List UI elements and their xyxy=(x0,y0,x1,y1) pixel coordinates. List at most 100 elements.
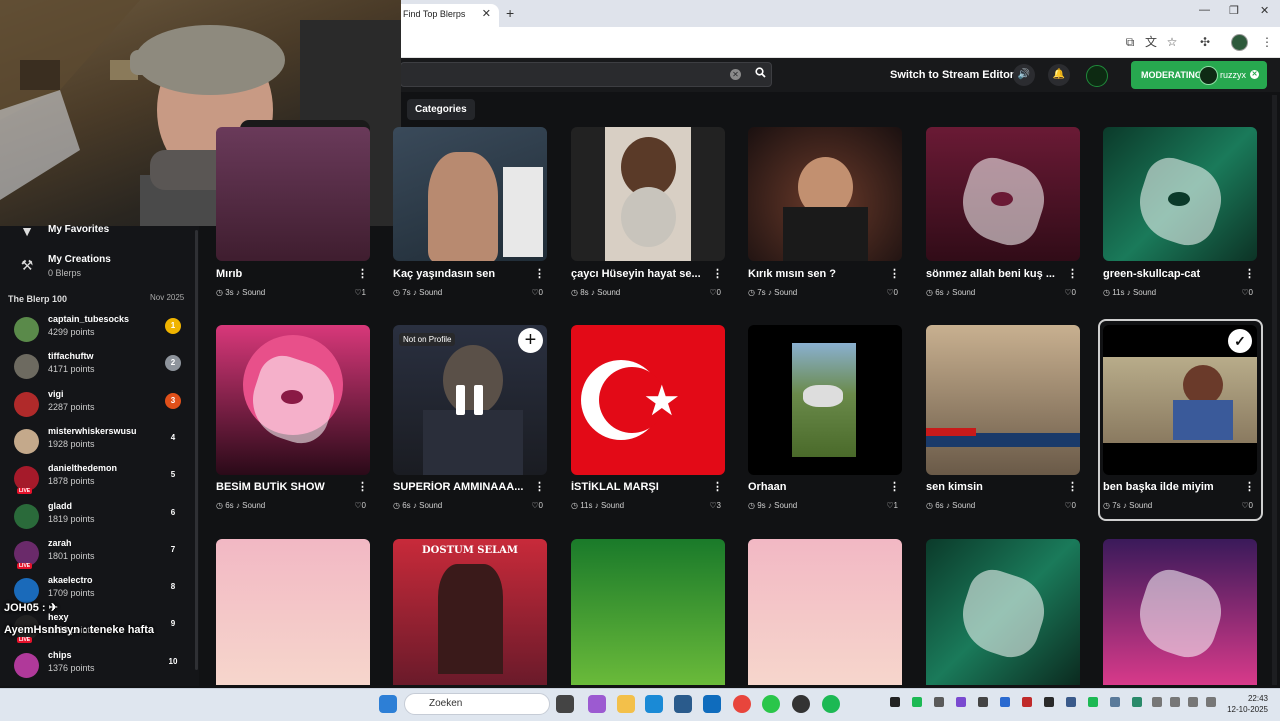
more-options-icon[interactable]: ⋮ xyxy=(1067,267,1078,280)
blerp-card[interactable]: Mırıb ⋮ ◷ 3s ♪ Sound ♡1 xyxy=(216,111,370,301)
spotify-icon[interactable] xyxy=(822,695,840,713)
more-options-icon[interactable]: ⋮ xyxy=(1067,480,1078,493)
leaderboard-row[interactable]: chips 1376 points 10 xyxy=(0,648,199,685)
tray-app-icon[interactable] xyxy=(890,697,900,707)
blerp-thumbnail[interactable] xyxy=(748,127,902,261)
blerp-card[interactable]: sönmez allah beni kuş ... ⋮ ◷ 6s ♪ Sound ♡0 xyxy=(926,111,1080,301)
blerp-thumbnail[interactable] xyxy=(926,127,1080,261)
translate-icon[interactable]: 文 xyxy=(1144,35,1158,49)
blerp-thumbnail[interactable] xyxy=(926,325,1080,475)
blerp-card[interactable]: ★ İSTİKLAL MARŞI ⋮ ◷ 11s ♪ Sound ♡3 xyxy=(571,325,725,515)
edge-icon[interactable] xyxy=(645,695,663,713)
tray-spotify-icon[interactable] xyxy=(912,697,922,707)
leaderboard-row[interactable]: danielthedemon 1878 points 5 LIVE xyxy=(0,461,199,498)
tab-close-icon[interactable]: ✕ xyxy=(482,4,491,25)
blerp-card[interactable]: sen kimsin ⋮ ◷ 6s ♪ Sound ♡0 xyxy=(926,325,1080,515)
heart-icon[interactable]: ♡ xyxy=(1064,288,1071,297)
blerp-title[interactable]: Mırıb xyxy=(216,268,352,280)
tray-steam-icon[interactable] xyxy=(1066,697,1076,707)
blerp-thumbnail[interactable] xyxy=(216,127,370,261)
tray-app-icon[interactable] xyxy=(956,697,966,707)
blerp-thumbnail[interactable] xyxy=(571,127,725,261)
taskbar-search[interactable]: Zoeken xyxy=(404,693,550,715)
blerp-thumbnail[interactable] xyxy=(571,539,725,685)
blerp-thumbnail[interactable] xyxy=(1103,539,1257,685)
windows-start-icon[interactable] xyxy=(379,695,397,713)
notifications-bell-icon[interactable]: 🔔 xyxy=(1048,64,1070,86)
switch-stream-editor-link[interactable]: Switch to Stream Editor xyxy=(890,69,1014,81)
heart-icon[interactable]: ♡ xyxy=(531,501,538,510)
outlook-icon[interactable] xyxy=(703,695,721,713)
heart-icon[interactable]: ♡ xyxy=(1241,288,1248,297)
tray-app-icon[interactable] xyxy=(1000,697,1010,707)
blerp-title[interactable]: SUPERİOR AMMINAAA... xyxy=(393,481,529,493)
leaderboard-row[interactable]: vigi 2287 points 3 xyxy=(0,387,199,424)
page-scrollbar[interactable] xyxy=(1272,95,1277,685)
whatsapp-icon[interactable] xyxy=(762,695,780,713)
blerp-thumbnail[interactable] xyxy=(216,539,370,685)
browser-tab[interactable]: Find Top Blerps ✕ xyxy=(393,4,499,27)
leaderboard-row[interactable]: tiffachuftw 4171 points 2 xyxy=(0,349,199,386)
blerp-card[interactable]: BESİM BUTİK SHOW ⋮ ◷ 6s ♪ Sound ♡0 xyxy=(216,325,370,515)
more-options-icon[interactable]: ⋮ xyxy=(534,480,545,493)
tray-app-icon[interactable] xyxy=(1132,697,1142,707)
menu-kebab-icon[interactable]: ⋮ xyxy=(1260,35,1274,49)
blerp-card[interactable]: SUPERİOR AMMINAAA... ⋮ ◷ 6s ♪ Sound ♡0 xyxy=(393,325,547,515)
blerp-thumbnail[interactable] xyxy=(926,539,1080,685)
blerp-thumbnail[interactable]: ★ xyxy=(571,325,725,475)
blerp-title[interactable]: İSTİKLAL MARŞI xyxy=(571,481,707,493)
more-options-icon[interactable]: ⋮ xyxy=(534,267,545,280)
copilot-icon[interactable] xyxy=(588,695,606,713)
profile-avatar[interactable] xyxy=(1231,34,1248,51)
blerp-title[interactable]: sönmez allah beni kuş ... xyxy=(926,268,1062,280)
leaderboard-row[interactable]: misterwhiskerswusu 1928 points 4 xyxy=(0,424,199,461)
my-creations-link[interactable]: My Creations xyxy=(48,254,111,265)
stop-moderating-icon[interactable]: ✕ xyxy=(1250,70,1259,79)
blerp-thumbnail[interactable] xyxy=(748,539,902,685)
tray-app-icon[interactable] xyxy=(934,697,944,707)
file-explorer-icon[interactable] xyxy=(617,695,635,713)
store-icon[interactable] xyxy=(674,695,692,713)
moderating-button[interactable]: MODERATING ruzzyx ✕ xyxy=(1131,61,1267,89)
blerp-card[interactable]: Kaç yaşındasın sen ⋮ ◷ 7s ♪ Sound ♡0 xyxy=(393,111,547,301)
add-blerp-button[interactable]: + xyxy=(518,328,543,353)
more-options-icon[interactable]: ⋮ xyxy=(889,480,900,493)
heart-icon[interactable]: ♡ xyxy=(531,288,538,297)
more-options-icon[interactable]: ⋮ xyxy=(712,480,723,493)
minimize-icon[interactable]: — xyxy=(1199,4,1210,16)
heart-icon[interactable]: ♡ xyxy=(886,288,893,297)
heart-icon[interactable]: ♡ xyxy=(709,501,716,510)
heart-icon[interactable]: ♡ xyxy=(354,501,361,510)
language-icon[interactable] xyxy=(1170,697,1180,707)
maximize-icon[interactable]: ❐ xyxy=(1229,4,1239,17)
blerp-title[interactable]: green-skullcap-cat xyxy=(1103,268,1239,280)
blerp-title[interactable]: sen kimsin xyxy=(926,481,1062,493)
more-options-icon[interactable]: ⋮ xyxy=(1244,267,1255,280)
blerp-thumbnail[interactable] xyxy=(1103,127,1257,261)
my-favorites-link[interactable]: My Favorites xyxy=(48,224,109,235)
blerp-card[interactable]: green-skullcap-cat ⋮ ◷ 11s ♪ Sound ♡0 xyxy=(1103,111,1257,301)
battery-icon[interactable] xyxy=(1152,697,1162,707)
search-input[interactable] xyxy=(400,62,772,87)
blerp-thumbnail[interactable] xyxy=(216,325,370,475)
channel-avatar[interactable] xyxy=(1086,65,1108,87)
extensions-icon[interactable]: ✣ xyxy=(1198,35,1212,49)
blerp-thumbnail[interactable] xyxy=(748,325,902,475)
leaderboard-date[interactable]: Nov 2025 xyxy=(150,293,184,302)
task-view-icon[interactable] xyxy=(556,695,574,713)
more-options-icon[interactable]: ⋮ xyxy=(889,267,900,280)
new-tab-button[interactable]: + xyxy=(506,4,514,22)
blerp-title[interactable]: Kaç yaşındasın sen xyxy=(393,268,529,280)
speaker-icon[interactable] xyxy=(1206,697,1216,707)
more-options-icon[interactable]: ⋮ xyxy=(357,480,368,493)
blerp-thumbnail[interactable] xyxy=(393,127,547,261)
taskbar-clock[interactable]: 22:43 12-10-2025 xyxy=(1224,693,1268,715)
heart-icon[interactable]: ♡ xyxy=(709,288,716,297)
leaderboard-row[interactable]: zarah 1801 points 7 LIVE xyxy=(0,536,199,573)
window-close-icon[interactable]: ✕ xyxy=(1260,4,1269,17)
blerp-card[interactable]: çaycı Hüseyin hayat se... ⋮ ◷ 8s ♪ Sound ♡0 xyxy=(571,111,725,301)
blerp-card[interactable]: Kırık mısın sen ? ⋮ ◷ 7s ♪ Sound ♡0 xyxy=(748,111,902,301)
volume-icon[interactable]: 🔊 xyxy=(1013,64,1035,86)
blerp-title[interactable]: Kırık mısın sen ? xyxy=(748,268,884,280)
wifi-icon[interactable] xyxy=(1188,697,1198,707)
